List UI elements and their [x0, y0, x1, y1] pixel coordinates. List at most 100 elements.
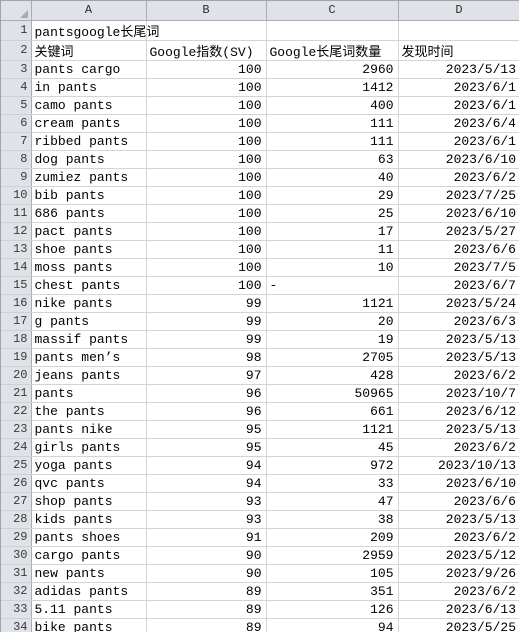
cell-keyword[interactable]: pants shoes: [31, 528, 147, 547]
cell-discovery-date[interactable]: 2023/6/10: [398, 150, 519, 169]
row-header-11[interactable]: 11: [1, 204, 32, 223]
row-header-30[interactable]: 30: [1, 546, 32, 565]
row-header-7[interactable]: 7: [1, 132, 32, 151]
cell-google-index[interactable]: 100: [146, 114, 267, 133]
cell-longtail-count[interactable]: 661: [266, 402, 399, 421]
cell-discovery-date[interactable]: 2023/6/4: [398, 114, 519, 133]
cell-google-index[interactable]: 100: [146, 96, 267, 115]
cell-google-index[interactable]: 89: [146, 600, 267, 619]
cell-longtail-count[interactable]: 2705: [266, 348, 399, 367]
row-header-21[interactable]: 21: [1, 384, 32, 403]
cell-google-index[interactable]: 97: [146, 366, 267, 385]
cell-google-index[interactable]: 100: [146, 204, 267, 223]
cell-google-index[interactable]: 99: [146, 312, 267, 331]
select-all-button[interactable]: [1, 1, 32, 21]
cell-google-index[interactable]: 100: [146, 276, 267, 295]
cell-google-index[interactable]: 89: [146, 582, 267, 601]
cell-longtail-count[interactable]: 11: [266, 240, 399, 259]
row-header-25[interactable]: 25: [1, 456, 32, 475]
cell-discovery-date[interactable]: 2023/6/2: [398, 528, 519, 547]
cell-discovery-date[interactable]: 2023/6/1: [398, 78, 519, 97]
cell-discovery-date[interactable]: 2023/6/1: [398, 96, 519, 115]
cell-discovery-date[interactable]: 2023/5/13: [398, 348, 519, 367]
cell-keyword[interactable]: in pants: [31, 78, 147, 97]
cell-keyword[interactable]: jeans pants: [31, 366, 147, 385]
cell-google-index[interactable]: 100: [146, 222, 267, 241]
cell-a2-keyword-header[interactable]: 关键词: [31, 40, 147, 61]
cell-discovery-date[interactable]: 2023/5/13: [398, 510, 519, 529]
row-header-18[interactable]: 18: [1, 330, 32, 349]
row-header-28[interactable]: 28: [1, 510, 32, 529]
row-header-26[interactable]: 26: [1, 474, 32, 493]
cell-discovery-date[interactable]: 2023/6/13: [398, 600, 519, 619]
cell-google-index[interactable]: 99: [146, 330, 267, 349]
cell-longtail-count[interactable]: 111: [266, 114, 399, 133]
row-header-34[interactable]: 34: [1, 618, 32, 632]
cell-discovery-date[interactable]: 2023/6/2: [398, 438, 519, 457]
cell-longtail-count[interactable]: 1121: [266, 294, 399, 313]
row-header-33[interactable]: 33: [1, 600, 32, 619]
cell-discovery-date[interactable]: 2023/6/2: [398, 168, 519, 187]
cell-google-index[interactable]: 93: [146, 492, 267, 511]
spreadsheet-grid[interactable]: A B C D 1 pantsgoogle长尾词 2 关键词 Google指数(SV) Googl…: [0, 0, 519, 632]
cell-discovery-date[interactable]: 2023/6/10: [398, 474, 519, 493]
cell-discovery-date[interactable]: 2023/10/13: [398, 456, 519, 475]
row-header-5[interactable]: 5: [1, 96, 32, 115]
cell-google-index[interactable]: 100: [146, 78, 267, 97]
cell-a1-title[interactable]: pantsgoogle长尾词: [31, 20, 159, 41]
cell-longtail-count[interactable]: -: [266, 276, 399, 295]
cell-longtail-count[interactable]: 20: [266, 312, 399, 331]
cell-longtail-count[interactable]: 19: [266, 330, 399, 349]
cell-keyword[interactable]: girls pants: [31, 438, 147, 457]
cell-longtail-count[interactable]: 2960: [266, 60, 399, 79]
cell-keyword[interactable]: pants men’s: [31, 348, 147, 367]
cell-longtail-count[interactable]: 111: [266, 132, 399, 151]
row-header-32[interactable]: 32: [1, 582, 32, 601]
cell-longtail-count[interactable]: 400: [266, 96, 399, 115]
cell-longtail-count[interactable]: 2959: [266, 546, 399, 565]
cell-keyword[interactable]: the pants: [31, 402, 147, 421]
cell-keyword[interactable]: pants cargo: [31, 60, 147, 79]
cell-longtail-count[interactable]: 25: [266, 204, 399, 223]
cell-google-index[interactable]: 91: [146, 528, 267, 547]
cell-longtail-count[interactable]: 38: [266, 510, 399, 529]
cell-c1[interactable]: [266, 20, 399, 41]
cell-discovery-date[interactable]: 2023/9/26: [398, 564, 519, 583]
cell-google-index[interactable]: 100: [146, 186, 267, 205]
cell-keyword[interactable]: pants nike: [31, 420, 147, 439]
cell-longtail-count[interactable]: 209: [266, 528, 399, 547]
cell-discovery-date[interactable]: 2023/6/12: [398, 402, 519, 421]
cell-discovery-date[interactable]: 2023/5/13: [398, 60, 519, 79]
cell-google-index[interactable]: 93: [146, 510, 267, 529]
cell-google-index[interactable]: 95: [146, 420, 267, 439]
cell-google-index[interactable]: 95: [146, 438, 267, 457]
cell-google-index[interactable]: 89: [146, 618, 267, 632]
cell-longtail-count[interactable]: 47: [266, 492, 399, 511]
row-header-4[interactable]: 4: [1, 78, 32, 97]
row-header-19[interactable]: 19: [1, 348, 32, 367]
cell-keyword[interactable]: yoga pants: [31, 456, 147, 475]
cell-longtail-count[interactable]: 50965: [266, 384, 399, 403]
row-header-9[interactable]: 9: [1, 168, 32, 187]
cell-discovery-date[interactable]: 2023/6/2: [398, 582, 519, 601]
cell-google-index[interactable]: 99: [146, 294, 267, 313]
cell-discovery-date[interactable]: 2023/5/12: [398, 546, 519, 565]
cell-longtail-count[interactable]: 45: [266, 438, 399, 457]
cell-keyword[interactable]: pants: [31, 384, 147, 403]
row-header-13[interactable]: 13: [1, 240, 32, 259]
cell-keyword[interactable]: ribbed pants: [31, 132, 147, 151]
cell-c2-longtail-header[interactable]: Google长尾词数量: [266, 40, 399, 61]
cell-longtail-count[interactable]: 17: [266, 222, 399, 241]
cell-google-index[interactable]: 94: [146, 456, 267, 475]
cell-d1[interactable]: [398, 20, 519, 41]
cell-longtail-count[interactable]: 351: [266, 582, 399, 601]
cell-discovery-date[interactable]: 2023/5/24: [398, 294, 519, 313]
row-header-6[interactable]: 6: [1, 114, 32, 133]
cell-keyword[interactable]: pact pants: [31, 222, 147, 241]
row-header-20[interactable]: 20: [1, 366, 32, 385]
cell-discovery-date[interactable]: 2023/5/13: [398, 330, 519, 349]
cell-google-index[interactable]: 100: [146, 240, 267, 259]
row-header-14[interactable]: 14: [1, 258, 32, 277]
cell-keyword[interactable]: kids pants: [31, 510, 147, 529]
cell-discovery-date[interactable]: 2023/6/3: [398, 312, 519, 331]
